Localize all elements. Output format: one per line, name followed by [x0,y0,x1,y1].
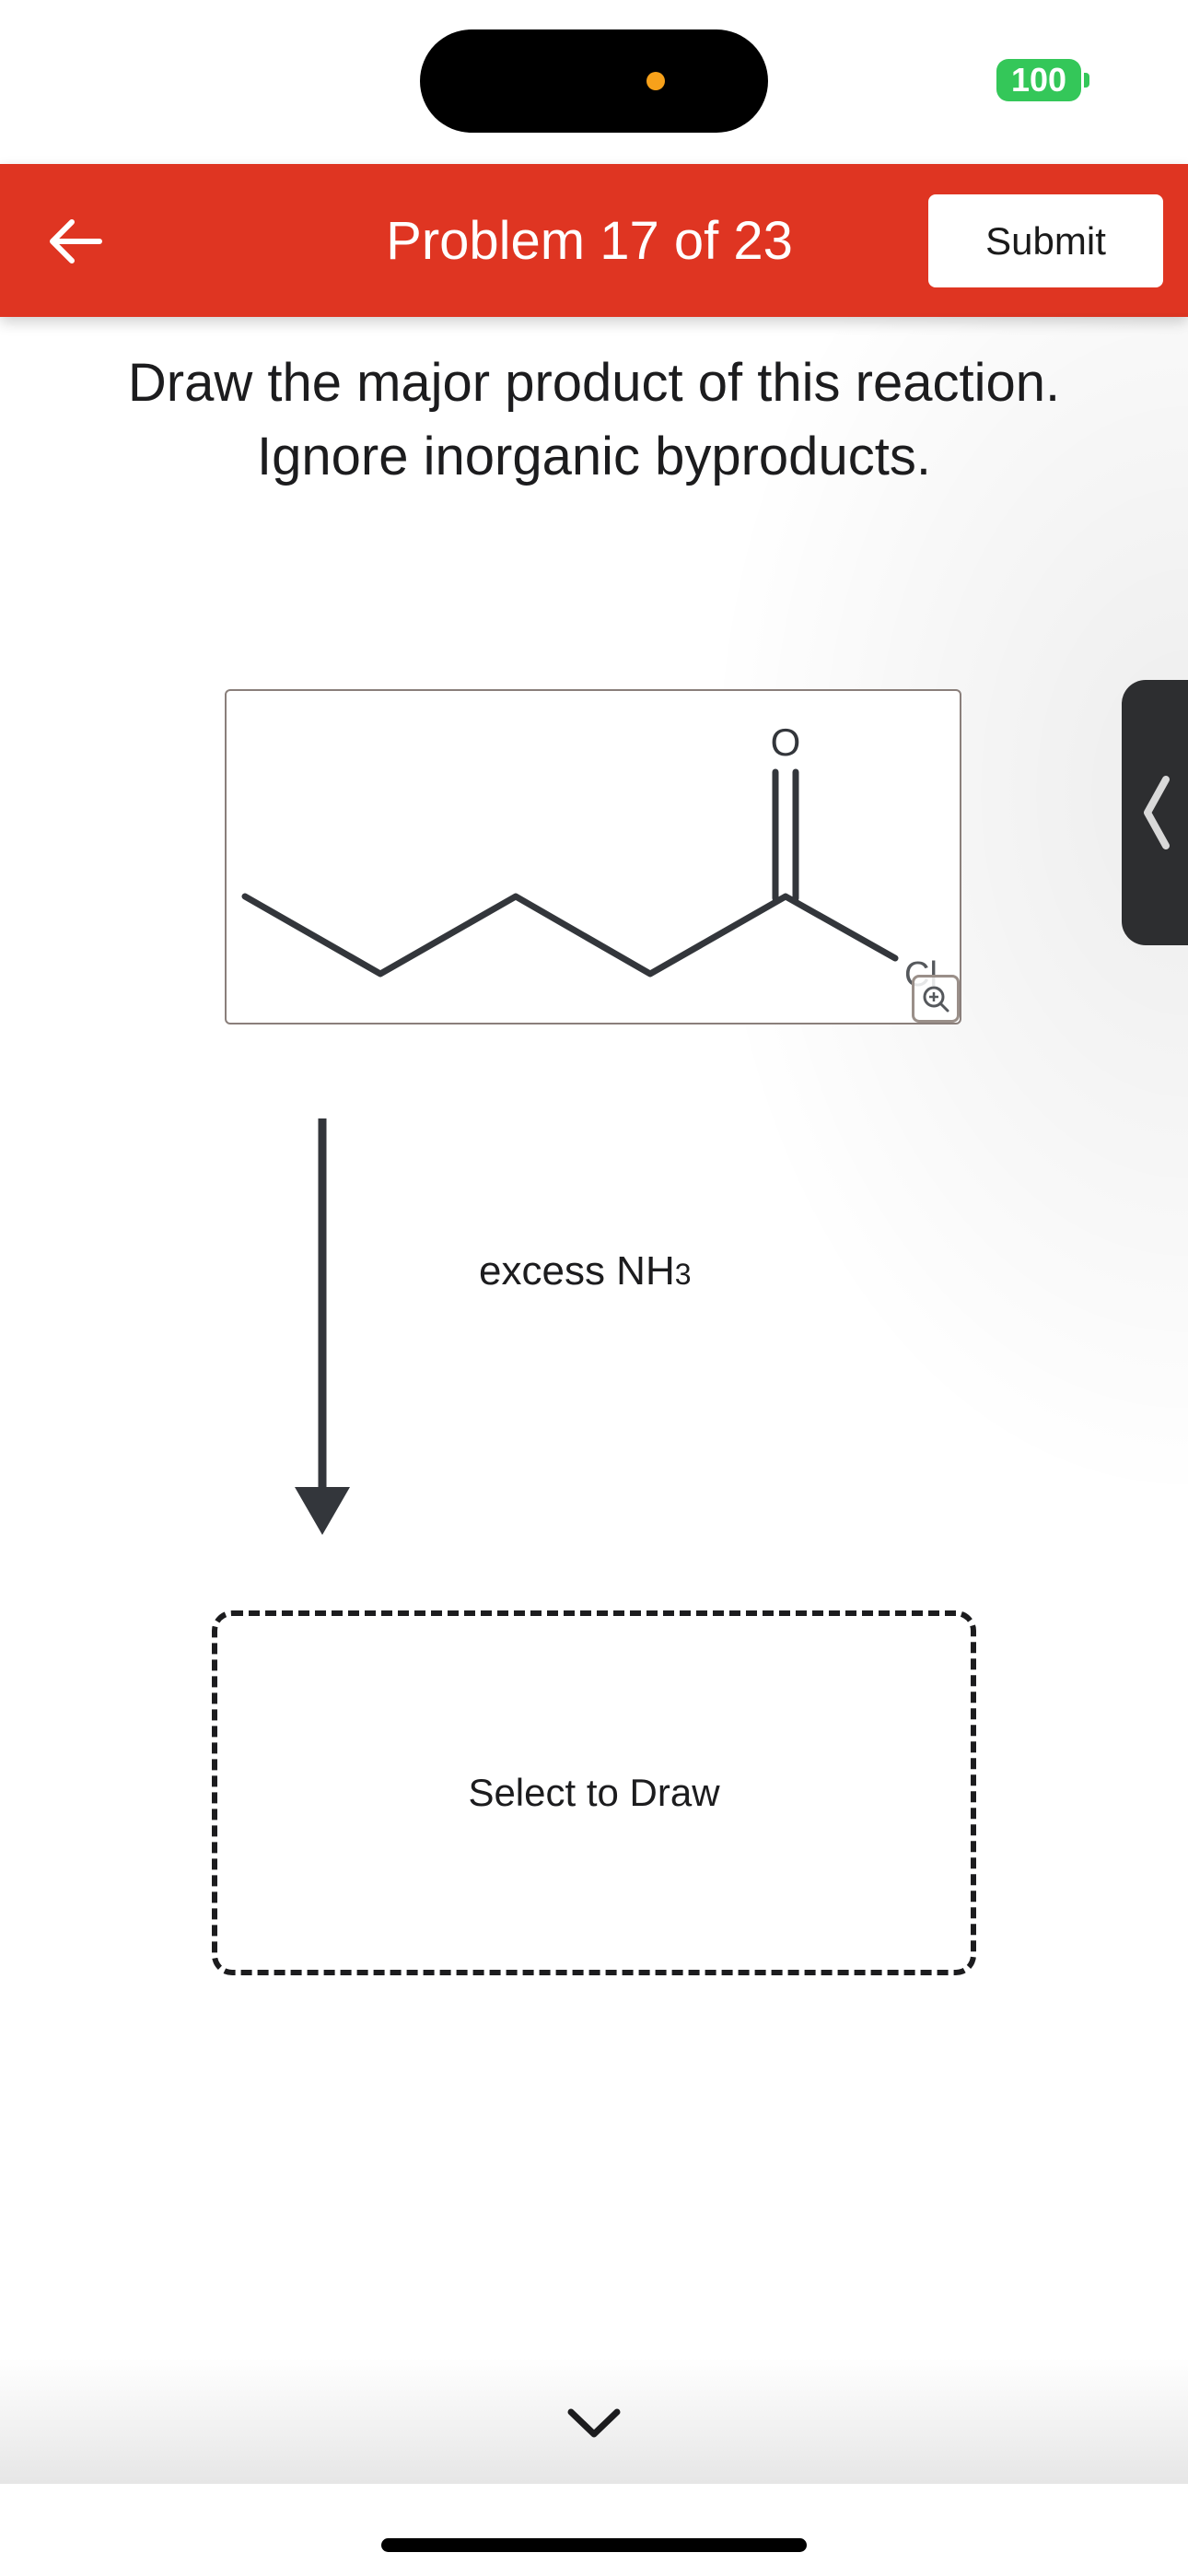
header-bar: Problem 17 of 23 Submit [0,164,1188,317]
select-to-draw-label: Select to Draw [468,1771,720,1814]
privacy-indicator-dot [646,72,665,90]
side-panel-toggle[interactable] [1122,680,1188,945]
prompt-line-1: Draw the major product of this reaction. [127,353,1061,413]
home-indicator[interactable] [381,2538,807,2552]
answer-drawing-area[interactable]: Select to Draw [212,1610,976,1975]
question-prompt: Draw the major product of this reaction.… [37,346,1151,494]
app-screen: 100 Problem 17 of 23 Submit Draw the maj… [0,0,1188,2576]
reactant-structure-box[interactable] [225,689,961,1025]
battery-indicator: 100 [996,59,1081,101]
zoom-button[interactable] [912,975,960,1023]
chevron-left-icon [1144,776,1170,849]
reagent-label: excess NH3 [479,1239,810,1304]
submit-button[interactable]: Submit [928,194,1163,287]
zoom-in-icon [923,986,949,1013]
back-button[interactable] [39,205,112,278]
arrow-down-icon [295,1118,350,1535]
battery-cap [1084,73,1089,88]
page-title: Problem 17 of 23 [386,211,793,271]
dynamic-island [420,29,768,133]
chevron-down-icon[interactable] [564,2405,624,2441]
prompt-line-2: Ignore inorganic byproducts. [257,427,931,486]
reagent-text: excess NH [479,1248,675,1294]
arrow-left-icon [50,219,102,263]
reagent-subscript: 3 [674,1258,692,1291]
status-bar: 100 [0,0,1188,164]
